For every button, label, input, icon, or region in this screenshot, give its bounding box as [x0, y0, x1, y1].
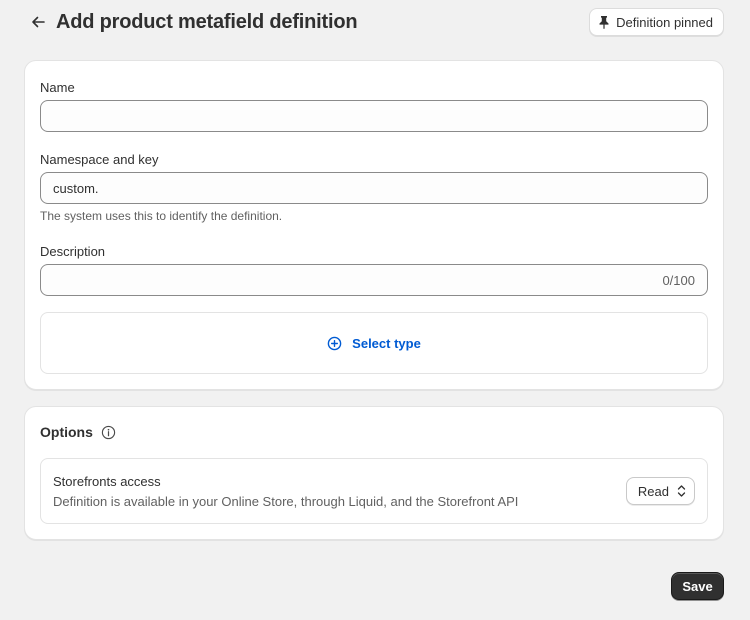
page-header: Add product metafield definition Definit…: [24, 8, 724, 36]
save-button[interactable]: Save: [671, 572, 724, 600]
name-input[interactable]: [53, 108, 695, 124]
select-type-label: Select type: [352, 335, 421, 351]
description-input[interactable]: [53, 272, 663, 288]
description-field[interactable]: 0/100: [40, 264, 708, 296]
options-title: Options: [40, 424, 93, 440]
definition-pinned-button[interactable]: Definition pinned: [589, 8, 724, 36]
select-chevrons-icon: [677, 485, 686, 497]
options-card: Options Storefronts access Definition is…: [24, 406, 724, 540]
pin-icon: [599, 16, 609, 29]
storefronts-access-description: Definition is available in your Online S…: [53, 494, 519, 509]
select-type-button[interactable]: Select type: [40, 312, 708, 374]
definition-card: Name Namespace and key The system uses t…: [24, 60, 724, 390]
page-title: Add product metafield definition: [56, 10, 358, 33]
namespace-key-input[interactable]: [53, 180, 695, 196]
name-field[interactable]: [40, 100, 708, 132]
definition-pinned-label: Definition pinned: [616, 14, 713, 30]
namespace-key-field[interactable]: [40, 172, 708, 204]
options-heading: Options: [40, 424, 116, 440]
storefronts-access-select[interactable]: Read: [625, 477, 695, 505]
namespace-help-text: The system uses this to identify the def…: [40, 209, 283, 223]
character-counter: 0/100: [662, 272, 695, 288]
namespace-key-label: Namespace and key: [40, 152, 159, 167]
name-label: Name: [40, 80, 75, 95]
storefronts-access-title: Storefronts access: [53, 474, 161, 489]
storefronts-access-value: Read: [637, 483, 669, 499]
plus-circle-icon: [327, 336, 342, 350]
info-icon[interactable]: [101, 425, 116, 440]
back-button[interactable]: [24, 8, 52, 36]
arrow-left-icon: [32, 16, 45, 28]
storefronts-access-row: Storefronts access Definition is availab…: [40, 458, 708, 524]
description-label: Description: [40, 244, 106, 259]
